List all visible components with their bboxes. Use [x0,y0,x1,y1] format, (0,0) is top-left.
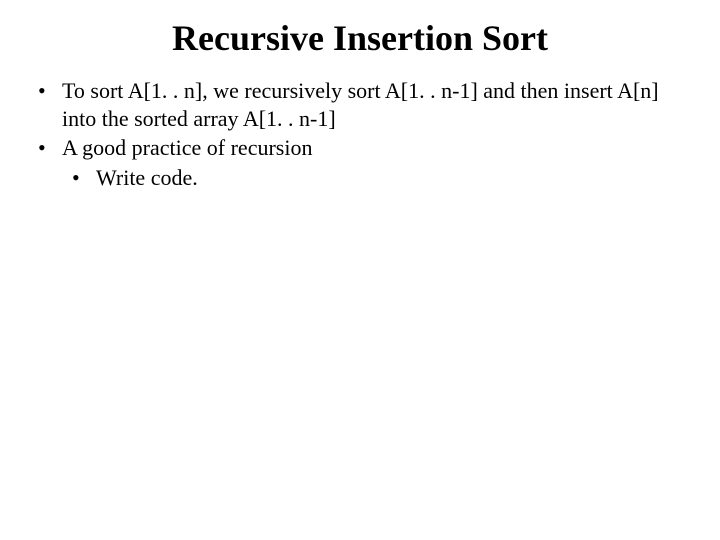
bullet-text: To sort A[1. . n], we recursively sort A… [62,78,659,131]
bullet-text: Write code. [96,165,198,190]
slide: Recursive Insertion Sort To sort A[1. . … [0,0,720,540]
bullet-list: To sort A[1. . n], we recursively sort A… [28,77,692,191]
list-item: A good practice of recursion Write code. [38,134,692,191]
list-item: To sort A[1. . n], we recursively sort A… [38,77,692,132]
slide-title: Recursive Insertion Sort [28,18,692,59]
bullet-text: A good practice of recursion [62,135,312,160]
sub-bullet-list: Write code. [62,164,692,192]
list-item: Write code. [72,164,692,192]
